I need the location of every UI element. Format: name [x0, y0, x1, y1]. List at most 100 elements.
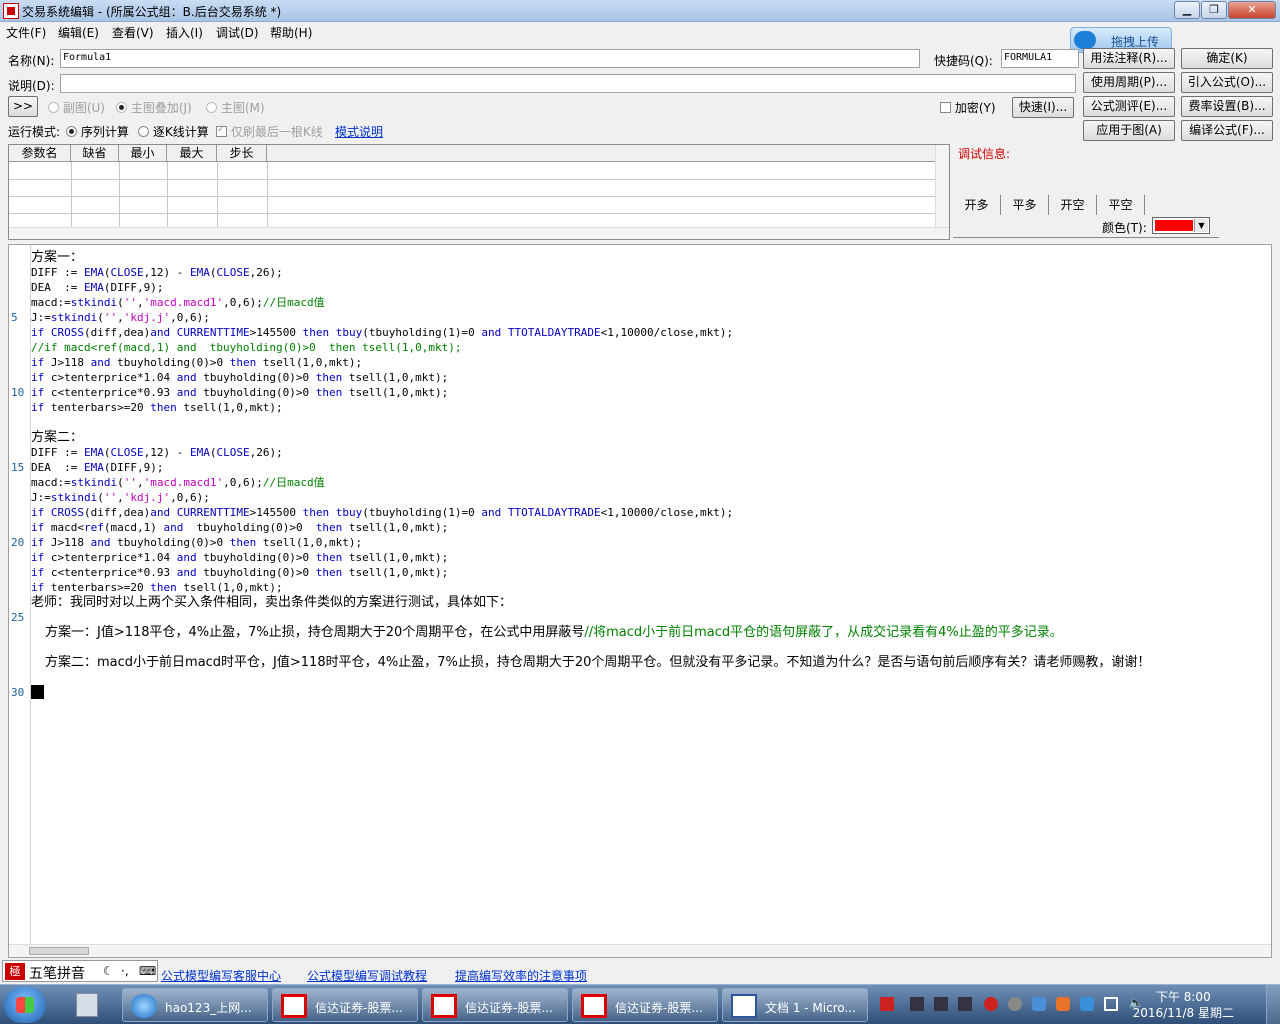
- color-swatch: [1155, 220, 1193, 231]
- xinda-icon: [281, 994, 307, 1018]
- param-vertical-scrollbar[interactable]: [935, 145, 949, 229]
- code-editor[interactable]: 5 10 15 20 25 30 方案一： DIFF := EMA(CLOSE,…: [8, 244, 1272, 958]
- show-desktop-button[interactable]: [1266, 985, 1280, 1024]
- radio-sequence-calc[interactable]: 序列计算: [66, 123, 129, 140]
- line-number: 10: [11, 386, 25, 399]
- period-button[interactable]: 使用周期(P)...: [1083, 72, 1175, 93]
- menu-edit[interactable]: 编辑(E): [58, 24, 99, 41]
- shortcut-input[interactable]: FORMULA1: [1001, 49, 1079, 68]
- tray-cloud-icon[interactable]: [1032, 997, 1046, 1011]
- menu-help[interactable]: 帮助(H): [270, 24, 312, 41]
- apply-button[interactable]: 应用于图(A): [1083, 120, 1175, 141]
- ime-name: 五笔拼音: [29, 966, 85, 982]
- table-row[interactable]: [9, 179, 939, 180]
- fast-button[interactable]: 快速(I)...: [1012, 97, 1074, 118]
- fee-button[interactable]: 费率设置(B)...: [1181, 96, 1273, 117]
- usage-note-button[interactable]: 用法注释(R)...: [1083, 48, 1175, 69]
- tray-app-icon[interactable]: [984, 997, 998, 1011]
- menu-debug[interactable]: 调试(D): [216, 24, 259, 41]
- import-button[interactable]: 引入公式(O)...: [1181, 72, 1273, 93]
- punctuation-icon[interactable]: ·,: [121, 964, 129, 978]
- shortcut-label: 快捷码(Q):: [934, 54, 993, 68]
- code-line: //if macd<ref(macd,1) and tbuyholding(0)…: [31, 341, 462, 354]
- col-min[interactable]: 最小: [119, 145, 167, 162]
- text-cursor: [31, 685, 44, 699]
- moon-icon[interactable]: ☾: [103, 964, 114, 978]
- keyboard-icon[interactable]: ⌨: [139, 964, 156, 978]
- expand-button[interactable]: >>: [8, 96, 38, 117]
- tray-chart-icon[interactable]: [934, 997, 948, 1011]
- editor-horizontal-scrollbar[interactable]: [9, 944, 1271, 957]
- col-default[interactable]: 缺省: [71, 145, 119, 162]
- tab-close-short[interactable]: 平空: [1097, 195, 1145, 215]
- taskbar-item-browser[interactable]: hao123_上网...: [122, 988, 268, 1022]
- help-link-efficiency[interactable]: 提高编写效率的注意事项: [455, 967, 587, 984]
- test-button[interactable]: 公式测评(E)...: [1083, 96, 1175, 117]
- taskbar-item-xinda-2[interactable]: 信达证券-股票...: [422, 988, 568, 1022]
- radio-main-chart[interactable]: 主图(M): [206, 99, 265, 116]
- tray-chart-icon[interactable]: [910, 997, 924, 1011]
- code-line: if c>tenterprice*1.04 and tbuyholding(0)…: [31, 551, 449, 564]
- code-line: macd:=stkindi('','macd.macd1',0,6);//日ma…: [31, 476, 325, 489]
- taskbar-item-xinda-3[interactable]: 信达证券-股票...: [572, 988, 718, 1022]
- note-plan-one: 方案一：J值>118平仓，4%止盈，7%止损，持仓周期大于20个周期平仓，在公式…: [45, 625, 585, 640]
- tab-open-long[interactable]: 开多: [953, 195, 1001, 215]
- calculator-icon[interactable]: [76, 993, 98, 1017]
- menu-file[interactable]: 文件(F): [6, 24, 46, 41]
- radio-main-overlay[interactable]: 主图叠加(J): [116, 99, 192, 116]
- param-table-header: 参数名 缺省 最小 最大 步长: [9, 145, 939, 162]
- col-step[interactable]: 步长: [217, 145, 267, 162]
- windows-logo-icon: [16, 997, 34, 1013]
- help-link-tutorial[interactable]: 公式模型编写调试教程: [307, 967, 427, 984]
- code-line: if tenterbars>=20 then tsell(1,0,mkt);: [31, 581, 283, 594]
- network-icon[interactable]: [1104, 997, 1118, 1011]
- tray-audio-icon[interactable]: [1008, 997, 1022, 1011]
- clock-date: 2016/11/8 星期二: [1132, 1006, 1234, 1020]
- col-max[interactable]: 最大: [167, 145, 217, 162]
- tab-open-short[interactable]: 开空: [1049, 195, 1097, 215]
- param-table[interactable]: 参数名 缺省 最小 最大 步长: [8, 144, 950, 240]
- tab-close-long[interactable]: 平多: [1001, 195, 1049, 215]
- code-line: DIFF := EMA(CLOSE,12) - EMA(CLOSE,26);: [31, 446, 283, 459]
- col-param-name[interactable]: 参数名: [9, 145, 71, 162]
- taskbar-item-xinda-1[interactable]: 信达证券-股票...: [272, 988, 418, 1022]
- tray-app-icon[interactable]: [880, 997, 894, 1011]
- code-line: if macd<ref(macd,1) and tbuyholding(0)>0…: [31, 521, 449, 534]
- scrollbar-thumb[interactable]: [29, 947, 89, 955]
- table-row[interactable]: [9, 196, 939, 197]
- minimize-button[interactable]: ▁: [1174, 1, 1200, 19]
- param-horizontal-scrollbar[interactable]: [9, 227, 949, 239]
- mode-help-link[interactable]: 模式说明: [335, 123, 383, 140]
- encrypt-checkbox[interactable]: 加密(Y): [940, 99, 996, 116]
- table-divider: [167, 162, 168, 230]
- tray-shield-icon[interactable]: [1056, 997, 1070, 1011]
- chevron-down-icon[interactable]: ▼: [1194, 219, 1208, 232]
- table-row[interactable]: [9, 213, 939, 214]
- ime-bar[interactable]: 極 五笔拼音 ☾ ·, ⌨: [2, 960, 158, 982]
- menu-view[interactable]: 查看(V): [112, 24, 154, 41]
- code-text[interactable]: 方案一： DIFF := EMA(CLOSE,12) - EMA(CLOSE,2…: [31, 245, 1267, 945]
- table-divider: [119, 162, 120, 230]
- tray-shield-icon[interactable]: [1080, 997, 1094, 1011]
- ok-button[interactable]: 确定(K): [1181, 48, 1273, 69]
- tray-chart-icon[interactable]: [958, 997, 972, 1011]
- start-button[interactable]: [4, 987, 46, 1023]
- menu-insert[interactable]: 插入(I): [166, 24, 203, 41]
- name-input[interactable]: Formula1: [60, 49, 920, 68]
- help-link-support[interactable]: 公式模型编写客服中心: [161, 967, 281, 984]
- radio-bar-calc[interactable]: 逐K线计算: [138, 123, 209, 140]
- app-icon: [3, 3, 19, 19]
- close-button[interactable]: ✕: [1228, 1, 1276, 19]
- line-number: 25: [11, 611, 25, 624]
- clock[interactable]: 下午 8:00 2016/11/8 星期二: [1133, 989, 1234, 1021]
- radio-sub-chart[interactable]: 副图(U): [48, 99, 105, 116]
- desc-input[interactable]: [60, 74, 1076, 93]
- word-icon: [731, 994, 757, 1018]
- code-line: 方案二：macd小于前日macd时平仓，J值>118时平仓，4%止盈，7%止损，…: [45, 655, 1151, 670]
- compile-button[interactable]: 编译公式(F)...: [1181, 120, 1273, 141]
- taskbar-item-word[interactable]: 文档 1 - Micro...: [722, 988, 868, 1022]
- last-bar-checkbox[interactable]: 仅刷最后一根K线: [216, 123, 323, 140]
- xinda-icon: [431, 994, 457, 1018]
- maximize-button[interactable]: ❐: [1201, 1, 1227, 19]
- color-select[interactable]: ▼: [1152, 217, 1210, 234]
